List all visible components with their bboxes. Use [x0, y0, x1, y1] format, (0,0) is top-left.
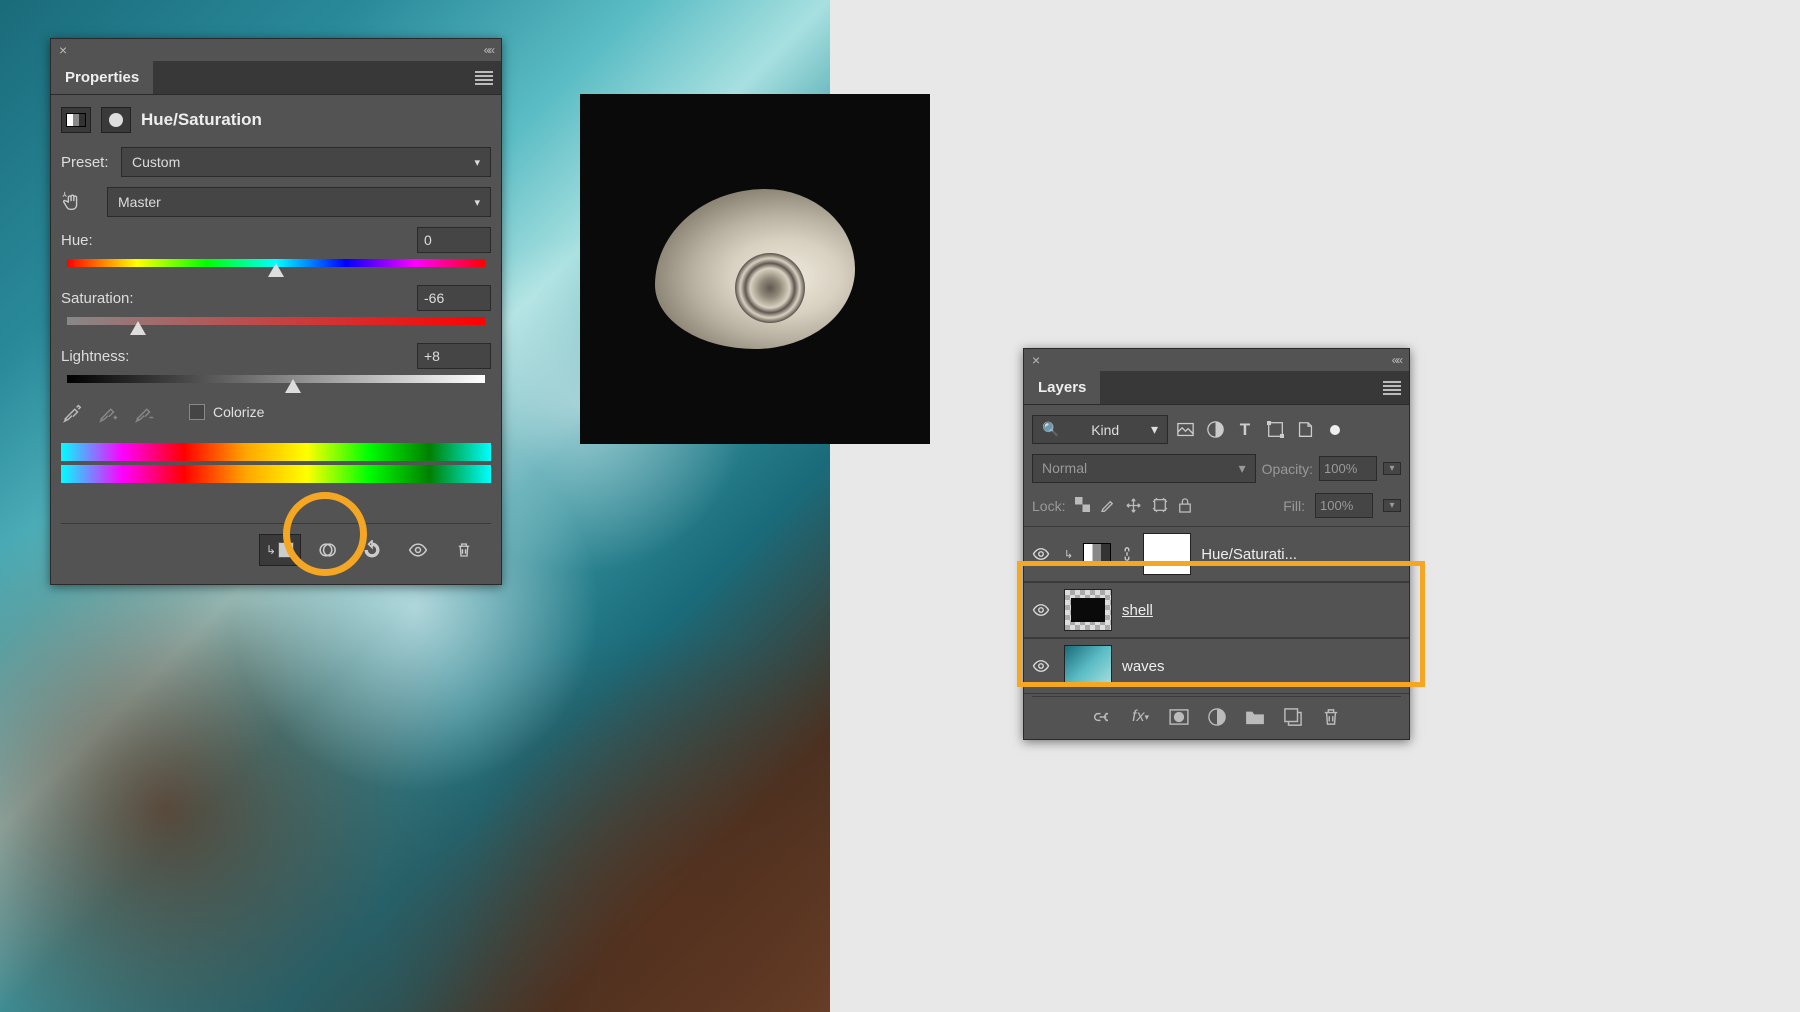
hue-label: Hue: — [61, 232, 93, 249]
clip-indicator-icon: ↳ — [1064, 548, 1073, 561]
clip-to-layer-button[interactable]: ↳ — [259, 534, 301, 566]
saturation-input[interactable] — [417, 285, 491, 311]
lock-label: Lock: — [1032, 498, 1065, 514]
panel-titlebar[interactable]: × «« — [1024, 349, 1409, 371]
canvas-image-shell — [580, 94, 930, 444]
colorize-label: Colorize — [213, 404, 264, 420]
adjustment-title: Hue/Saturation — [141, 110, 262, 130]
visibility-toggle-icon[interactable] — [1032, 603, 1054, 617]
add-mask-icon[interactable] — [1169, 707, 1189, 727]
eyedropper-add-icon[interactable] — [97, 401, 119, 423]
preset-label: Preset: — [61, 154, 111, 171]
layer-filter-select[interactable]: 🔍Kind▾ — [1032, 415, 1168, 444]
layer-thumbnail[interactable] — [1064, 589, 1112, 631]
chevron-down-icon: ▾ — [474, 196, 480, 209]
layer-row-shell[interactable]: shell — [1024, 582, 1409, 638]
saturation-label: Saturation: — [61, 290, 134, 307]
source-spectrum — [61, 443, 491, 461]
link-icon — [1121, 546, 1133, 562]
lock-all-icon[interactable] — [1178, 497, 1192, 514]
lock-pixels-icon[interactable] — [1100, 497, 1115, 514]
lightness-slider[interactable] — [67, 375, 485, 383]
slider-thumb[interactable] — [268, 263, 284, 277]
lock-transparency-icon[interactable] — [1075, 497, 1090, 514]
collapse-icon[interactable]: «« — [484, 43, 493, 57]
close-icon[interactable]: × — [1032, 352, 1040, 368]
lightness-label: Lightness: — [61, 348, 129, 365]
new-adjustment-icon[interactable] — [1207, 707, 1227, 727]
filter-smartobject-icon[interactable] — [1296, 421, 1314, 439]
preset-select[interactable]: Custom▾ — [121, 147, 491, 177]
chevron-down-icon[interactable]: ▾ — [1383, 499, 1401, 512]
lock-artboard-icon[interactable] — [1152, 497, 1168, 514]
color-range-select[interactable]: Master▾ — [107, 187, 491, 217]
eyedropper-subtract-icon[interactable] — [133, 401, 155, 423]
layer-row-huesaturation[interactable]: ↳ Hue/Saturati... — [1024, 526, 1409, 582]
link-layers-icon[interactable] — [1093, 707, 1113, 727]
lightness-input[interactable] — [417, 343, 491, 369]
filter-toggle[interactable] — [1330, 425, 1340, 435]
adjustment-thumbnail — [1083, 543, 1111, 565]
filter-pixel-icon[interactable] — [1176, 421, 1194, 439]
chevron-down-icon: ▾ — [474, 156, 480, 169]
fill-input[interactable] — [1315, 493, 1373, 518]
view-previous-state-button[interactable] — [305, 534, 347, 566]
layers-panel: × «« Layers 🔍Kind▾ T Normal▾ Opacity: — [1023, 348, 1410, 740]
layer-name[interactable]: waves — [1122, 658, 1165, 675]
delete-adjustment-button[interactable] — [443, 534, 485, 566]
mask-thumbnail[interactable] — [1143, 533, 1191, 575]
visibility-toggle-icon[interactable] — [1032, 547, 1054, 561]
lock-position-icon[interactable] — [1125, 497, 1142, 514]
adjustment-type-icon[interactable] — [61, 107, 91, 133]
filter-type-icon[interactable]: T — [1236, 421, 1254, 439]
hue-slider[interactable] — [67, 259, 485, 267]
layer-style-icon[interactable]: fx▾ — [1131, 707, 1151, 727]
new-group-icon[interactable] — [1245, 707, 1265, 727]
close-icon[interactable]: × — [59, 42, 67, 58]
layer-mask-icon[interactable] — [101, 107, 131, 133]
collapse-icon[interactable]: «« — [1392, 353, 1401, 367]
colorize-checkbox[interactable] — [189, 404, 205, 420]
toggle-visibility-button[interactable] — [397, 534, 439, 566]
result-spectrum — [61, 465, 491, 483]
layer-thumbnail[interactable] — [1064, 645, 1112, 687]
blend-mode-select[interactable]: Normal▾ — [1032, 454, 1256, 483]
panel-menu-icon[interactable] — [1383, 379, 1401, 397]
new-layer-icon[interactable] — [1283, 707, 1303, 727]
panel-titlebar[interactable]: × «« — [51, 39, 501, 61]
layer-name[interactable]: shell — [1122, 602, 1153, 619]
panel-menu-icon[interactable] — [475, 69, 493, 87]
opacity-input[interactable] — [1319, 456, 1377, 481]
opacity-label: Opacity: — [1262, 461, 1313, 477]
filter-adjustment-icon[interactable] — [1206, 421, 1224, 439]
slider-thumb[interactable] — [285, 379, 301, 393]
delete-layer-icon[interactable] — [1321, 707, 1341, 727]
targeted-adjustment-icon[interactable] — [61, 191, 87, 213]
filter-shape-icon[interactable] — [1266, 421, 1284, 439]
saturation-slider[interactable] — [67, 317, 485, 325]
tab-layers[interactable]: Layers — [1024, 371, 1100, 404]
properties-panel: × «« Properties Hue/Saturation Preset: C… — [50, 38, 502, 585]
chevron-down-icon[interactable]: ▾ — [1383, 462, 1401, 475]
layer-row-waves[interactable]: waves — [1024, 638, 1409, 694]
eyedropper-icon[interactable] — [61, 401, 83, 423]
slider-thumb[interactable] — [130, 321, 146, 335]
reset-button[interactable] — [351, 534, 393, 566]
layer-name[interactable]: Hue/Saturati... — [1201, 546, 1297, 563]
tab-properties[interactable]: Properties — [51, 61, 153, 94]
visibility-toggle-icon[interactable] — [1032, 659, 1054, 673]
hue-input[interactable] — [417, 227, 491, 253]
fill-label: Fill: — [1283, 498, 1305, 514]
